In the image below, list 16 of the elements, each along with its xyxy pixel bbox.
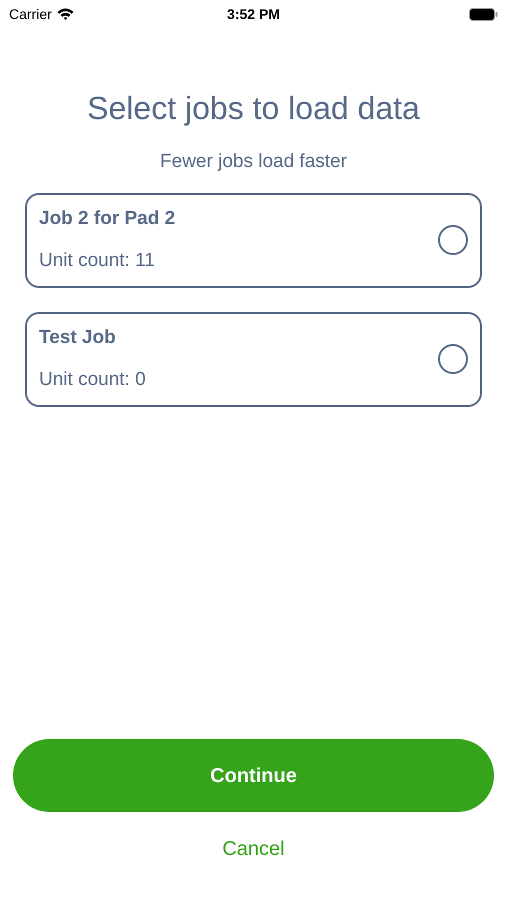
page-subtitle: Fewer jobs load faster — [159, 150, 348, 174]
continue-button[interactable]: Continue — [13, 739, 494, 812]
carrier-label: Carrier — [9, 4, 52, 24]
status-time: 3:52 PM — [227, 4, 280, 24]
cancel-link[interactable]: Cancel — [222, 834, 285, 864]
job-card[interactable]: Test Job Unit count: 0 — [25, 312, 482, 406]
unit-count: Unit count: 0 — [39, 368, 147, 392]
wifi-icon — [56, 8, 74, 20]
battery-icon — [468, 8, 498, 20]
job-name: Job 2 for Pad 2 — [39, 207, 176, 231]
radio-button[interactable] — [438, 344, 468, 374]
radio-button[interactable] — [438, 225, 468, 255]
job-card[interactable]: Job 2 for Pad 2 Unit count: 11 — [25, 192, 482, 288]
page-title: Select jobs to load data — [86, 89, 421, 128]
job-name: Test Job — [39, 326, 117, 350]
unit-count: Unit count: 11 — [39, 248, 156, 272]
